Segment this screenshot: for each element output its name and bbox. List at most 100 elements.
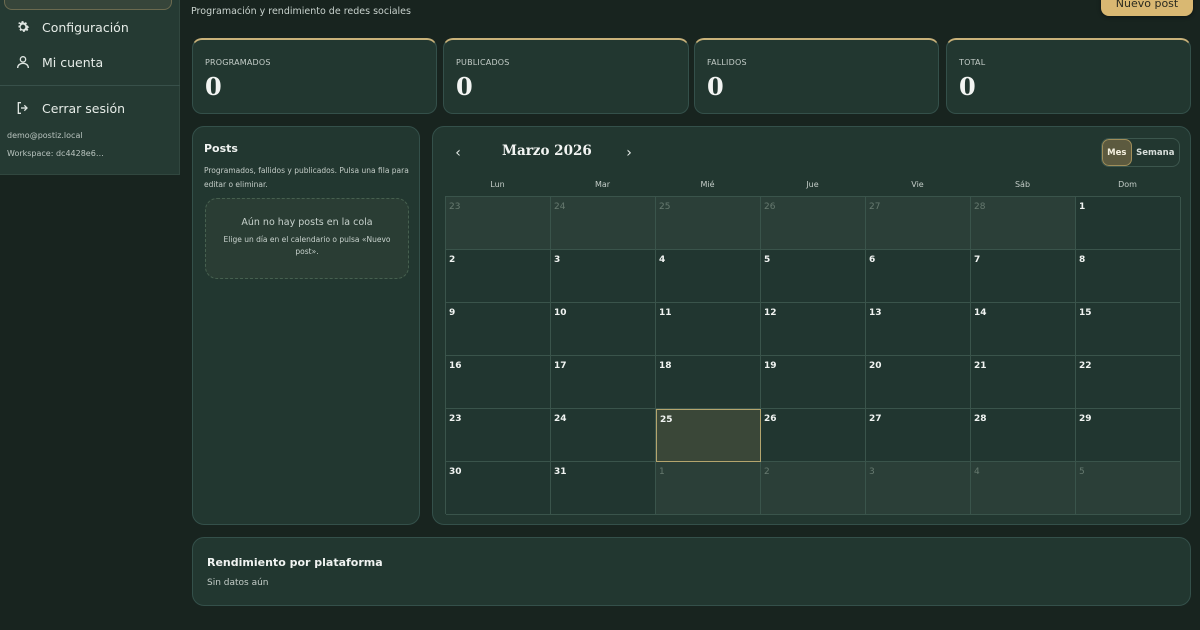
calendar-day[interactable]: 23 (446, 197, 551, 250)
calendar-day-number: 8 (1079, 255, 1086, 265)
calendar-day-number: 6 (869, 255, 876, 265)
calendar-day[interactable]: 28 (971, 409, 1076, 462)
calendar-day-number: 3 (869, 467, 875, 477)
user-icon (14, 53, 32, 71)
view-month-button[interactable]: Mes (1102, 139, 1132, 166)
calendar-day-number: 19 (764, 361, 777, 371)
calendar-day[interactable]: 5 (761, 250, 866, 303)
calendar-day[interactable]: 16 (446, 356, 551, 409)
new-post-button[interactable]: Nuevo post (1101, 0, 1193, 16)
calendar-day[interactable]: 7 (971, 250, 1076, 303)
calendar-day[interactable]: 21 (971, 356, 1076, 409)
calendar-day-number: 14 (974, 308, 987, 318)
calendar-day-number: 4 (659, 255, 666, 265)
calendar-day[interactable]: 6 (866, 250, 971, 303)
calendar-day[interactable]: 30 (446, 462, 551, 515)
calendar-day-number: 29 (1079, 414, 1092, 424)
weekday-header: Dom (1118, 180, 1137, 189)
calendar-day[interactable]: 14 (971, 303, 1076, 356)
calendar-day[interactable]: 3 (866, 462, 971, 515)
calendar-day-number: 1 (659, 467, 665, 477)
calendar-day-number: 27 (869, 414, 882, 424)
calendar-day[interactable]: 24 (551, 197, 656, 250)
sidebar-item-label: Cerrar sesión (42, 100, 126, 116)
posts-panel: Posts Programados, fallidos y publicados… (192, 126, 420, 525)
calendar-day[interactable]: 26 (761, 197, 866, 250)
sidebar-item-mi-cuenta[interactable]: Mi cuenta (14, 51, 103, 73)
stat-card-programados: PROGRAMADOS 0 (192, 38, 437, 114)
stat-label: TOTAL (959, 58, 986, 67)
calendar-day-number: 22 (1079, 361, 1092, 371)
calendar-day[interactable]: 13 (866, 303, 971, 356)
sidebar-divider (0, 85, 180, 86)
calendar-day[interactable]: 31 (551, 462, 656, 515)
chevron-right-icon[interactable]: › (622, 145, 636, 161)
calendar-day-number: 31 (554, 467, 567, 477)
calendar-day-number: 25 (659, 202, 671, 212)
calendar-day[interactable]: 4 (656, 250, 761, 303)
calendar-day[interactable]: 9 (446, 303, 551, 356)
calendar-day[interactable]: 18 (656, 356, 761, 409)
stat-card-publicados: PUBLICADOS 0 (443, 38, 689, 114)
workspace-id: Workspace: dc4428e6… (7, 149, 104, 158)
calendar-day[interactable]: 2 (761, 462, 866, 515)
calendar-day[interactable]: 3 (551, 250, 656, 303)
calendar-day[interactable]: 15 (1076, 303, 1181, 356)
calendar-day-number: 11 (659, 308, 672, 318)
performance-empty: Sin datos aún (207, 578, 269, 588)
view-week-button[interactable]: Semana (1132, 139, 1179, 166)
gear-icon (14, 18, 32, 36)
calendar-day[interactable]: 4 (971, 462, 1076, 515)
calendar-day[interactable]: 11 (656, 303, 761, 356)
calendar-day[interactable]: 25 (656, 197, 761, 250)
stat-value: 0 (959, 72, 976, 101)
calendar-day[interactable]: 17 (551, 356, 656, 409)
calendar-day[interactable]: 24 (551, 409, 656, 462)
calendar-day[interactable]: 2 (446, 250, 551, 303)
calendar-day[interactable]: 26 (761, 409, 866, 462)
calendar-day-number: 17 (554, 361, 567, 371)
calendar-day[interactable]: 28 (971, 197, 1076, 250)
calendar-day[interactable]: 27 (866, 197, 971, 250)
calendar-day-number: 24 (554, 202, 566, 212)
calendar-day-number: 25 (660, 415, 673, 425)
chevron-left-icon[interactable]: ‹ (451, 145, 465, 161)
calendar-day-number: 21 (974, 361, 987, 371)
sidebar-active-item[interactable] (4, 0, 172, 10)
calendar-day[interactable]: 5 (1076, 462, 1181, 515)
user-email: demo@postiz.local (7, 131, 83, 140)
calendar-day-today[interactable]: 25 (656, 409, 761, 462)
sidebar-item-configuracion[interactable]: Configuración (14, 16, 129, 38)
sidebar: Configuración Mi cuenta Cerrar sesión de… (0, 0, 180, 175)
calendar-day[interactable]: 29 (1076, 409, 1181, 462)
calendar-day[interactable]: 19 (761, 356, 866, 409)
posts-title: Posts (204, 142, 238, 155)
calendar-month-title: Marzo 2026 (502, 143, 592, 159)
calendar-day-number: 7 (974, 255, 981, 265)
weekday-header: Jue (806, 180, 819, 189)
calendar-day[interactable]: 27 (866, 409, 971, 462)
calendar-day-number: 5 (764, 255, 771, 265)
calendar-day[interactable]: 12 (761, 303, 866, 356)
weekday-header: Mié (700, 180, 715, 189)
calendar-day[interactable]: 1 (1076, 197, 1181, 250)
calendar-day-number: 2 (449, 255, 456, 265)
calendar-day[interactable]: 22 (1076, 356, 1181, 409)
weekday-header: Mar (594, 180, 611, 189)
logout-icon (14, 99, 32, 117)
calendar-day[interactable]: 20 (866, 356, 971, 409)
calendar-grid: 23 24 25 26 27 28 1 2 3 4 5 6 7 8 9 10 11 12 13 14 15 16 17 18 1… (445, 196, 1181, 515)
calendar-day-number: 1 (1079, 202, 1086, 212)
calendar-day-number: 23 (449, 414, 462, 424)
sidebar-item-cerrar-sesion[interactable]: Cerrar sesión (14, 97, 125, 119)
calendar-day[interactable]: 23 (446, 409, 551, 462)
calendar-day[interactable]: 1 (656, 462, 761, 515)
calendar-day[interactable]: 10 (551, 303, 656, 356)
calendar-day[interactable]: 8 (1076, 250, 1181, 303)
stat-value: 0 (456, 72, 473, 101)
calendar-day-number: 26 (764, 202, 776, 212)
posts-empty-state: Aún no hay posts en la cola Elige un día… (205, 198, 409, 279)
calendar-day-number: 4 (974, 467, 980, 477)
stat-label: PROGRAMADOS (205, 58, 271, 67)
stat-card-fallidos: FALLIDOS 0 (694, 38, 939, 114)
